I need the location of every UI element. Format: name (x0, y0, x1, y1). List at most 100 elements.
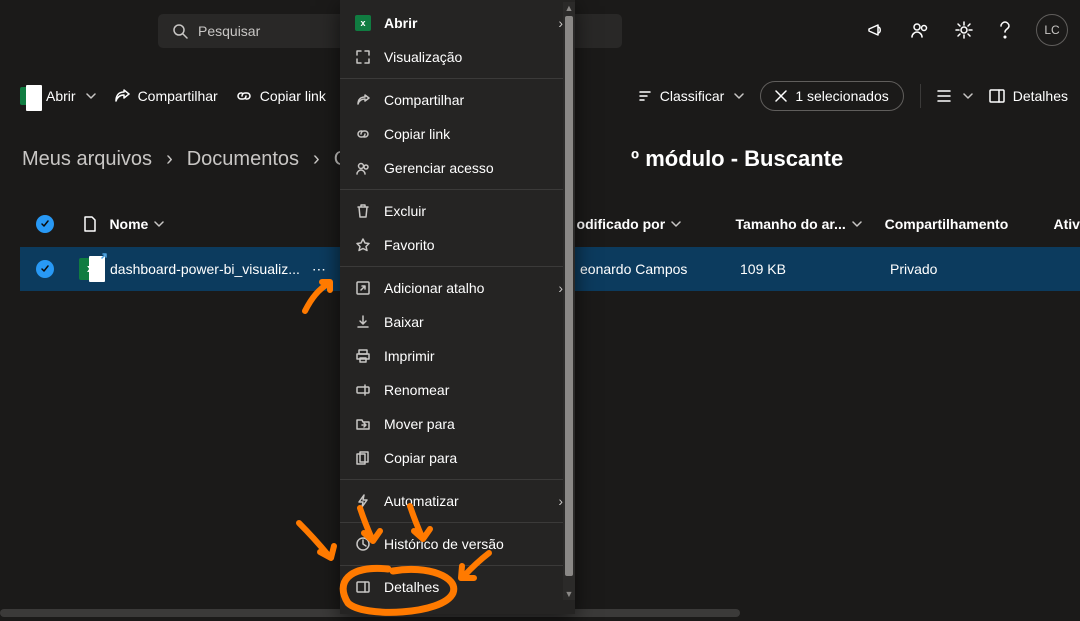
sort-icon (638, 89, 652, 103)
view-switch-button[interactable] (937, 89, 973, 103)
share-label: Compartilhar (138, 88, 218, 104)
menu-separator (340, 565, 575, 566)
close-icon[interactable] (775, 90, 787, 102)
menu-copylink[interactable]: Copiar link (340, 117, 575, 151)
menu-version-history[interactable]: Histórico de versão (340, 527, 575, 561)
details-pane-button[interactable]: Detalhes (989, 88, 1068, 104)
col-size-label: Tamanho do ar... (736, 216, 846, 232)
col-activity[interactable]: Ativ (1054, 216, 1080, 232)
search-placeholder: Pesquisar (198, 23, 260, 39)
menu-scrollbar[interactable]: ▲ ▼ (563, 2, 575, 600)
history-icon (354, 537, 372, 551)
row-actions-icon[interactable]: ⋯ (312, 261, 328, 278)
menu-delete[interactable]: Excluir (340, 194, 575, 228)
people-icon[interactable] (911, 21, 929, 39)
col-sharing-label: Compartilhamento (885, 216, 1009, 232)
menu-label: Imprimir (384, 348, 435, 364)
row-select[interactable] (20, 260, 70, 278)
col-name-label: Nome (109, 216, 148, 232)
scroll-down-arrow[interactable]: ▼ (563, 588, 575, 600)
filename-label: dashboard-power-bi_visualiz... (110, 261, 300, 277)
col-modified-by[interactable]: odificado por (577, 216, 736, 232)
menu-move-to[interactable]: Mover para (340, 407, 575, 441)
excel-icon: x (79, 258, 101, 280)
moveto-icon (354, 417, 372, 431)
chevron-right-icon: › (313, 148, 320, 171)
excel-icon: x (355, 15, 371, 31)
avatar-initials: LC (1044, 23, 1059, 37)
menu-label: Favorito (384, 237, 435, 253)
menu-separator (340, 78, 575, 79)
menu-manage-access[interactable]: Gerenciar acesso (340, 151, 575, 185)
select-all[interactable] (20, 215, 70, 233)
avatar[interactable]: LC (1036, 14, 1068, 46)
copy-link-button[interactable]: Copiar link (236, 88, 326, 104)
menu-label: Gerenciar acesso (384, 160, 494, 176)
divider (920, 84, 921, 108)
menu-favorite[interactable]: Favorito (340, 228, 575, 262)
selection-label: 1 selecionados (795, 88, 888, 104)
selection-chip[interactable]: 1 selecionados (760, 81, 903, 111)
file-icon (83, 216, 97, 232)
trash-icon (354, 204, 372, 218)
help-icon[interactable] (999, 21, 1010, 39)
col-sharing[interactable]: Compartilhamento (885, 216, 1054, 232)
menu-label: Visualização (384, 49, 462, 65)
bolt-icon (354, 494, 372, 508)
top-right-icons: LC (867, 14, 1068, 46)
star-icon (354, 238, 372, 252)
chevron-down-icon (154, 219, 164, 229)
chevron-down-icon (963, 91, 973, 101)
search-icon (172, 23, 188, 39)
crumb-item[interactable]: Documentos (187, 148, 299, 171)
menu-separator (340, 266, 575, 267)
excel-icon: x (20, 87, 38, 105)
menu-label: Abrir (384, 15, 417, 31)
menu-rename[interactable]: Renomear (340, 373, 575, 407)
menu-add-shortcut[interactable]: Adicionar atalho › (340, 271, 575, 305)
menu-share[interactable]: Compartilhar (340, 83, 575, 117)
menu-download[interactable]: Baixar (340, 305, 575, 339)
sort-button[interactable]: Classificar (638, 88, 745, 104)
check-icon (36, 215, 54, 233)
crumb-item[interactable]: Meus arquivos (22, 148, 152, 171)
menu-open[interactable]: x Abrir › (340, 6, 575, 40)
shortcut-overlay-icon (99, 251, 109, 261)
chevron-down-icon (671, 219, 681, 229)
copy-link-label: Copiar link (260, 88, 326, 104)
share-icon (114, 88, 130, 104)
menu-separator (340, 479, 575, 480)
people-icon (354, 161, 372, 175)
details-pane-icon (989, 89, 1005, 103)
scroll-up-arrow[interactable]: ▲ (563, 2, 575, 14)
menu-preview[interactable]: Visualização (340, 40, 575, 74)
menu-details[interactable]: Detalhes (340, 570, 575, 604)
sort-label: Classificar (660, 88, 725, 104)
gear-icon[interactable] (955, 21, 973, 39)
menu-label: Histórico de versão (384, 536, 504, 552)
col-modified-by-label: odificado por (577, 216, 666, 232)
share-button[interactable]: Compartilhar (114, 88, 218, 104)
menu-label: Excluir (384, 203, 426, 219)
menu-print[interactable]: Imprimir (340, 339, 575, 373)
open-button[interactable]: x Abrir (20, 87, 96, 105)
fullscreen-icon (354, 50, 372, 64)
col-size[interactable]: Tamanho do ar... (736, 216, 885, 232)
share-icon (354, 93, 372, 107)
copy-icon (354, 451, 372, 465)
list-icon (937, 89, 953, 103)
check-icon (36, 260, 54, 278)
chevron-right-icon: › (166, 148, 173, 171)
megaphone-icon[interactable] (867, 21, 885, 39)
row-file-icon: x (70, 258, 110, 280)
annotation-arrow (294, 518, 344, 571)
scroll-thumb[interactable] (565, 16, 573, 576)
row-size: 109 KB (740, 261, 890, 277)
menu-label: Baixar (384, 314, 424, 330)
menu-label: Automatizar (384, 493, 459, 509)
row-modified-by: eonardo Campos (580, 261, 740, 277)
menu-copy-to[interactable]: Copiar para (340, 441, 575, 475)
details-label: Detalhes (1013, 88, 1068, 104)
menu-label: Copiar para (384, 450, 457, 466)
menu-automate[interactable]: Automatizar › (340, 484, 575, 518)
